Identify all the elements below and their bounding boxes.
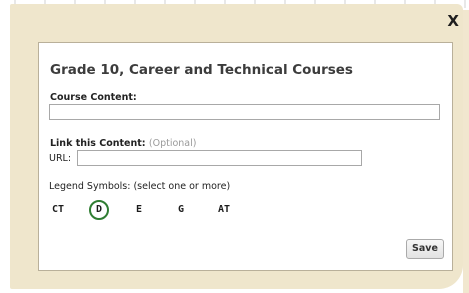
url-input[interactable] (77, 150, 362, 166)
course-content-label: Course Content: (50, 92, 137, 103)
legend-symbol-e[interactable]: E (133, 200, 145, 220)
legend-symbol-at[interactable]: AT (215, 200, 233, 220)
legend-symbol-ct[interactable]: CT (49, 200, 67, 220)
link-content-label-text: Link this Content: (50, 138, 146, 149)
legend-symbol-d-selected[interactable]: D (89, 200, 109, 220)
link-content-label: Link this Content: (Optional) (50, 138, 196, 149)
close-icon[interactable]: X (447, 14, 459, 29)
dialog-title: Grade 10, Career and Technical Courses (50, 62, 353, 78)
legend-symbols: CT D E G AT (49, 200, 299, 220)
modal-content-panel: Grade 10, Career and Technical Courses C… (38, 42, 453, 271)
legend-symbol-g[interactable]: G (175, 200, 187, 220)
course-content-input[interactable] (49, 104, 440, 120)
legend-label: Legend Symbols: (select one or more) (49, 181, 231, 192)
modal-dialog: X Grade 10, Career and Technical Courses… (10, 4, 463, 289)
url-label: URL: (49, 153, 72, 164)
background-page-edge (463, 10, 469, 293)
save-button[interactable]: Save (406, 239, 444, 259)
optional-hint: (Optional) (148, 138, 197, 149)
